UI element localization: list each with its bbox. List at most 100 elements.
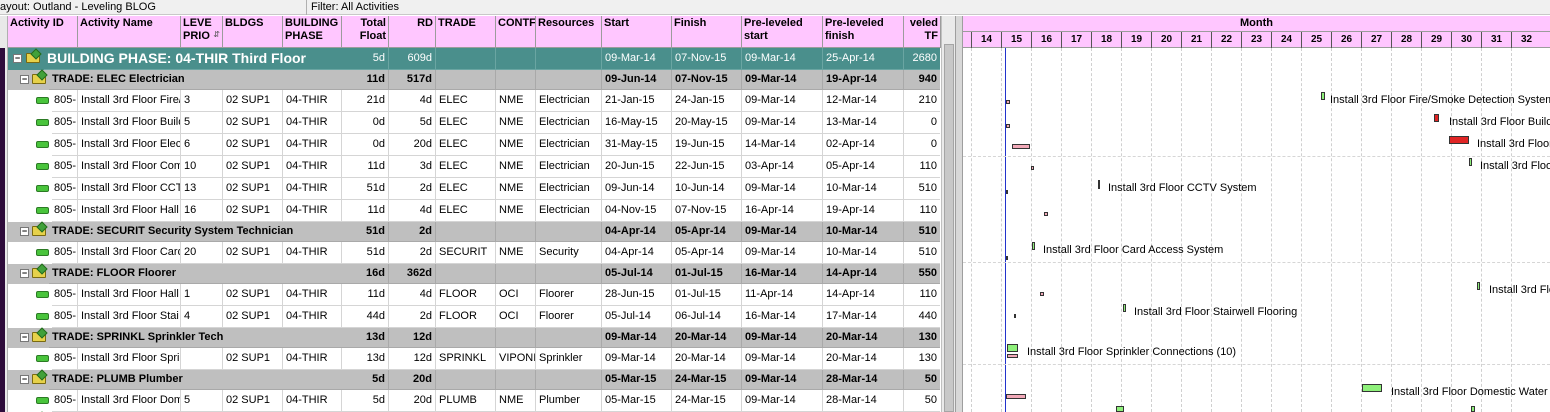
activity-type-icon: [36, 141, 49, 148]
activity-row[interactable]: 805- Install 3rd Floor Hall 1 02 SUP1 04-THI…: [8, 284, 940, 306]
vertical-scrollbar[interactable]: [941, 16, 955, 412]
phase-trade: [436, 48, 496, 70]
activity-row[interactable]: 805- Install 3rd Floor Com 10 02 SUP1 04-THI…: [8, 156, 940, 178]
gantt-bar[interactable]: [1434, 114, 1439, 122]
gantt-bar[interactable]: [1362, 384, 1382, 392]
trade-cell-finish: 01-Jul-15: [672, 264, 742, 284]
grid-line: [1271, 48, 1272, 412]
cell-name: Install 3rd Floor Card: [78, 242, 181, 264]
cell-trade: ELEC: [436, 134, 496, 156]
layout-label[interactable]: ayout: Outland - Leveling BLOG: [0, 1, 156, 13]
col-header-finish[interactable]: Finish: [672, 16, 742, 48]
col-header-pre-leveled-start[interactable]: Pre-leveled start: [742, 16, 823, 48]
activity-row[interactable]: 805- Install 3rd Floor Stai 4 02 SUP1 04-THI…: [8, 306, 940, 328]
gantt-bar[interactable]: [1012, 144, 1030, 149]
pane-splitter[interactable]: [955, 16, 963, 412]
cell-prio: [181, 348, 223, 370]
wbs-folder-icon: [32, 332, 46, 342]
gantt-bar[interactable]: [1006, 190, 1008, 194]
activity-row[interactable]: 805- Install 3rd Floor Elec 6 02 SUP1 04-THI…: [8, 134, 940, 156]
cell-ltf: 130: [904, 348, 940, 370]
col-header-contractor[interactable]: CONTF: [496, 16, 536, 48]
activity-row[interactable]: 805- Install 3rd Floor Build 5 02 SUP1 04-TH…: [8, 112, 940, 134]
cell-phase: 04-THIR: [283, 112, 342, 134]
trade-group-row[interactable]: − TRADE: PLUMB Plumber 5d 20d 05-Mar-15 24-Ma…: [8, 370, 940, 390]
trade-cell-tf: 13d: [342, 328, 389, 348]
trade-group-row[interactable]: − TRADE: SECURIT Security System Technici…: [8, 222, 940, 242]
gantt-bar[interactable]: [1014, 314, 1016, 318]
trade-cell-blank: [536, 70, 602, 90]
gantt-bar[interactable]: [1123, 304, 1126, 312]
trade-cell-ps: 09-Mar-14: [742, 222, 823, 242]
col-header-resources[interactable]: Resources: [536, 16, 602, 48]
cell-trade: FLOOR: [436, 284, 496, 306]
collapse-toggle[interactable]: −: [13, 54, 22, 63]
col-header-total-float[interactable]: Total Float: [342, 16, 389, 48]
activity-row[interactable]: 805- Install 3rd Floor Dom 5 02 SUP1 04-THIR…: [8, 390, 940, 412]
gantt-bar[interactable]: [1032, 242, 1035, 250]
col-header-building-phase[interactable]: BUILDING PHASE: [283, 16, 342, 48]
col-header-level-prio[interactable]: LEVE PRIO ⇵: [181, 16, 223, 48]
collapse-toggle[interactable]: −: [20, 75, 29, 84]
activity-row[interactable]: 805- Install 3rd Floor CCT 13 02 SUP1 04-THI…: [8, 178, 940, 200]
col-header-trade[interactable]: TRADE: [436, 16, 496, 48]
gantt-bar[interactable]: [1469, 158, 1472, 166]
cell-rd: 3d: [389, 156, 436, 178]
cell-contr: NME: [496, 112, 536, 134]
trade-cell-pf: 10-Mar-14: [823, 222, 904, 242]
trade-title: TRADE: ELEC Electrician: [49, 70, 342, 90]
col-header-start[interactable]: Start: [602, 16, 672, 48]
gantt-bar[interactable]: [1006, 124, 1010, 128]
gantt-bar[interactable]: [1471, 406, 1475, 412]
gantt-bar[interactable]: [1006, 394, 1026, 399]
activity-row[interactable]: 805- Install 3rd Floor Card 20 02 SUP1 04-TH…: [8, 242, 940, 264]
scrollbar-thumb[interactable]: [944, 44, 954, 412]
trade-group-row[interactable]: − TRADE: SPRINKL Sprinkler Tech 13d 12d 09-M…: [8, 328, 940, 348]
gantt-bar[interactable]: [1007, 354, 1018, 358]
gantt-bar[interactable]: [1044, 212, 1048, 216]
gantt-bar[interactable]: [1098, 180, 1100, 189]
cell-pf: 10-Mar-14: [823, 178, 904, 200]
timescale-tick: 14: [971, 32, 1001, 48]
col-header-activity-name[interactable]: Activity Name: [78, 16, 181, 48]
wbs-folder-icon: [32, 74, 46, 84]
layout-filter-bar: ayout: Outland - Leveling BLOG Filter: A…: [0, 0, 1550, 15]
timescale-tick: 15: [1001, 32, 1031, 48]
cell-ltf: 110: [904, 200, 940, 222]
gantt-bar[interactable]: [1321, 92, 1325, 100]
gantt-bar[interactable]: [1006, 100, 1010, 104]
activity-row[interactable]: 805- Install 3rd Floor Spri 02 SUP1 04-THIR…: [8, 348, 940, 370]
col-header-activity-id[interactable]: Activity ID: [8, 16, 78, 48]
activity-row[interactable]: 805- Install 3rd Floor Fire/3 02 SUP1 04-TH…: [8, 90, 940, 112]
collapse-toggle[interactable]: −: [20, 269, 29, 278]
gantt-bar[interactable]: [1007, 344, 1018, 352]
filter-label[interactable]: Filter: All Activities: [311, 1, 399, 13]
cell-prio: 5: [181, 390, 223, 412]
cell-name: Install 3rd Floor Fire/: [78, 90, 181, 112]
gantt-bar-label: Install 3rd Floor Sprinkler Connections …: [1027, 346, 1237, 358]
col-header-rd[interactable]: RD: [389, 16, 436, 48]
collapse-toggle[interactable]: −: [20, 227, 29, 236]
gantt-bar[interactable]: [1006, 256, 1008, 260]
trade-group-row[interactable]: − TRADE: FLOOR Floorer 16d 362d 05-Jul-14 01-…: [8, 264, 940, 284]
gantt-bar[interactable]: [1116, 406, 1124, 412]
toolbar-divider: [306, 0, 307, 15]
gantt-bar[interactable]: [1477, 282, 1480, 290]
col-header-bldgs[interactable]: BLDGS: [223, 16, 283, 48]
col-header-leveled-tf[interactable]: veled TF: [904, 16, 941, 48]
phase-group-row[interactable]: − BUILDING PHASE: 04-THIR Third Floor 5d…: [8, 48, 940, 70]
collapse-toggle[interactable]: −: [20, 333, 29, 342]
timescale-tick: 17: [1061, 32, 1091, 48]
cell-bldg: 02 SUP1: [223, 306, 283, 328]
col-header-pre-leveled-finish[interactable]: Pre-leveled finish: [823, 16, 904, 48]
gantt-bar[interactable]: [1449, 136, 1469, 144]
gantt-bar[interactable]: [1031, 166, 1034, 170]
cell-rd: 5d: [389, 112, 436, 134]
collapse-toggle[interactable]: −: [20, 375, 29, 384]
cell-trade: SECURIT: [436, 242, 496, 264]
trade-group-row[interactable]: − TRADE: ELEC Electrician 11d 517d 09-Jun-14…: [8, 70, 940, 90]
activity-row[interactable]: 805- Install 3rd Floor Hall 16 02 SUP1 04-TH…: [8, 200, 940, 222]
gantt-bar-label: Install 3rd Floor CCTV System: [1108, 182, 1257, 194]
cell-contr: NME: [496, 200, 536, 222]
gantt-bar[interactable]: [1040, 292, 1044, 296]
